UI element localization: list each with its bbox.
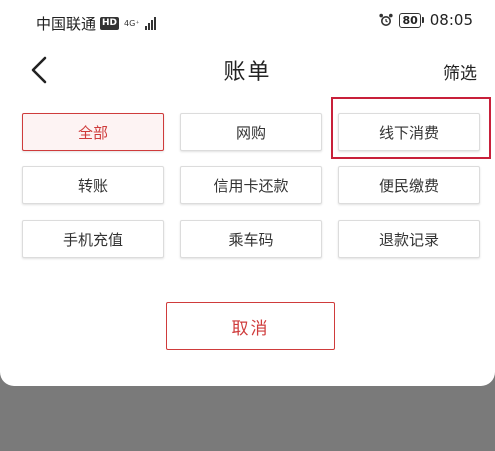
status-left: 中国联通 HD 4G⁺ xyxy=(36,13,156,34)
highlight-box xyxy=(331,97,491,159)
status-right: 80 08:05 xyxy=(379,11,473,29)
screen: 中国联通 HD 4G⁺ 80 08:05 账单 筛选 全部 网购 线下消费 转账… xyxy=(0,0,495,451)
page-title: 账单 xyxy=(223,60,272,85)
nav-bar: 账单 筛选 xyxy=(0,44,495,96)
battery-level: 80 xyxy=(399,12,421,28)
battery-tip xyxy=(421,17,424,23)
carrier-name: 中国联通 xyxy=(36,15,97,33)
category-transit-code-button[interactable]: 乘车码 xyxy=(180,220,322,258)
clock-time: 08:05 xyxy=(429,11,473,29)
category-refund-records-button[interactable]: 退款记录 xyxy=(338,220,480,258)
category-transfer-button[interactable]: 转账 xyxy=(22,166,164,204)
category-credit-card-repayment-button[interactable]: 信用卡还款 xyxy=(180,166,322,204)
category-phone-topup-button[interactable]: 手机充值 xyxy=(22,220,164,258)
network-type: 4G⁺ xyxy=(124,18,140,28)
battery-icon: 80 xyxy=(399,12,424,28)
category-online-shopping-button[interactable]: 网购 xyxy=(180,113,322,151)
category-utility-payment-button[interactable]: 便民缴费 xyxy=(338,166,480,204)
cancel-button[interactable]: 取消 xyxy=(166,302,335,350)
status-bar: 中国联通 HD 4G⁺ 80 08:05 xyxy=(0,0,495,44)
signal-icon xyxy=(144,17,156,30)
category-all-button[interactable]: 全部 xyxy=(22,113,164,151)
filter-button[interactable]: 筛选 xyxy=(443,59,477,84)
alarm-clock-icon xyxy=(379,13,394,26)
hd-badge: HD xyxy=(100,17,120,30)
